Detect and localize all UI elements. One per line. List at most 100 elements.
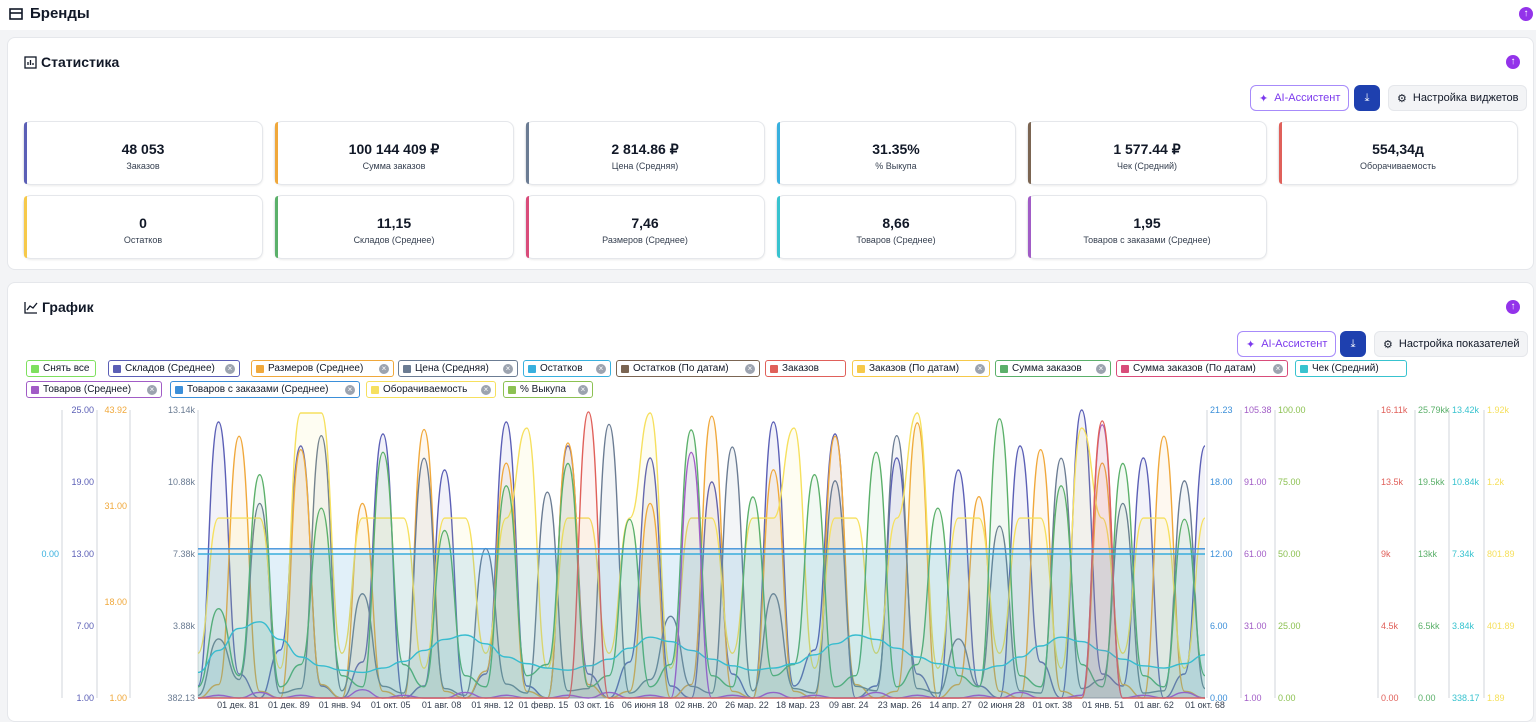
legend-label: Сумма заказов (1012, 363, 1082, 374)
remove-icon[interactable]: × (745, 363, 755, 374)
legend-chip[interactable]: Сумма заказов (По датам) × (1116, 360, 1288, 377)
ai-assistant-button[interactable]: ✦ AI-Ассистент (1237, 331, 1337, 357)
remove-icon[interactable]: × (379, 363, 389, 374)
collapse-up-icon[interactable]: ↑ (1519, 7, 1533, 21)
x-tick-label: 23 мар. 26 (878, 700, 922, 709)
remove-icon[interactable]: × (225, 363, 235, 374)
axis-tick-label: 0.00 (41, 549, 59, 559)
legend-chip[interactable]: Остатков × (523, 360, 611, 377)
x-tick-label: 06 июня 18 (622, 700, 669, 709)
axis-tick-label: 1.00 (1244, 693, 1262, 703)
remove-icon[interactable]: × (147, 384, 157, 395)
legend-chip[interactable]: Размеров (Среднее) × (251, 360, 394, 377)
axis-tick-label: 0.00 (1381, 693, 1399, 703)
axis-tick-label: 1.92k (1487, 405, 1510, 415)
legend-chip[interactable]: Сумма заказов × (995, 360, 1111, 377)
download-button[interactable]: ⤓ (1340, 331, 1366, 357)
axis-tick-label: 13.00 (71, 549, 94, 559)
remove-icon[interactable]: × (1096, 363, 1106, 374)
legend-chip[interactable]: Заказов (765, 360, 846, 377)
legend-label: Сумма заказов (По датам) (1133, 363, 1256, 374)
remove-icon[interactable]: × (345, 384, 355, 395)
legend-chip[interactable]: Цена (Средняя) × (398, 360, 518, 377)
legend-swatch (31, 364, 39, 373)
widget-settings-label: Настройка виджетов (1412, 92, 1519, 104)
legend-chip[interactable]: Заказов (По датам) × (852, 360, 990, 377)
stat-label: Товаров (Среднее) (856, 235, 936, 245)
x-tick-label: 02 июня 28 (978, 700, 1025, 709)
legend-chip[interactable]: Складов (Среднее) × (108, 360, 240, 377)
x-tick-label: 26 мар. 22 (725, 700, 769, 709)
legend-chip[interactable]: Оборачиваемость × (366, 381, 496, 398)
axis-tick-label: 50.00 (1278, 549, 1301, 559)
axis-tick-label: 13kk (1418, 549, 1438, 559)
ai-assistant-button[interactable]: ✦ AI-Ассистент (1250, 85, 1350, 111)
stat-value: 7,46 (631, 215, 659, 231)
axis-tick-label: 6.5kk (1418, 621, 1440, 631)
axis-tick-label: 75.00 (1278, 477, 1301, 487)
multi-axis-line-chart: 0.00 25.00 19.00 13.00 7.00 1.00 43.92 31.00 18.… (41, 405, 1515, 709)
axis-tick-label: 25.00 (1278, 621, 1301, 631)
legend-chip[interactable]: Чек (Средний) (1295, 360, 1407, 377)
legend-swatch (770, 364, 778, 373)
axis-tick-label: 7.00 (76, 621, 94, 631)
stat-card: 8,66 Товаров (Среднее) (776, 195, 1016, 259)
legend-label: Размеров (Среднее) (268, 363, 364, 374)
stat-value: 554,34д (1372, 141, 1424, 157)
legend-swatch (371, 385, 379, 394)
x-tick-label: 01 окт. 68 (1185, 700, 1225, 709)
legend-label: Остатков (По датам) (633, 363, 729, 374)
stat-label: Размеров (Среднее) (602, 235, 688, 245)
legend-chip[interactable]: Товаров с заказами (Среднее) × (170, 381, 360, 398)
axis-tick-label: 19.5kk (1418, 477, 1445, 487)
ai-assistant-label: AI-Ассистент (1261, 338, 1328, 350)
axis-tick-label: 338.17 (1452, 693, 1480, 703)
axis-tick-label: 25.79kk (1418, 405, 1450, 415)
axis-tick-label: 61.00 (1244, 549, 1267, 559)
legend-swatch (1121, 364, 1129, 373)
legend-swatch (621, 364, 629, 373)
remove-icon[interactable]: × (503, 363, 513, 374)
x-tick-label: 14 апр. 27 (929, 700, 971, 709)
stat-card: 554,34д Оборачиваемость (1278, 121, 1518, 185)
legend-label: Заказов (По датам) (869, 363, 960, 374)
axis-tick-label: 19.00 (71, 477, 94, 487)
axis-tick-label: 7.34k (1452, 549, 1475, 559)
axis-tick-label: 10.88k (168, 477, 196, 487)
widget-settings-button[interactable]: ⚙ Настройка виджетов (1388, 85, 1528, 111)
axis-tick-label: 13.42k (1452, 405, 1480, 415)
metrics-settings-button[interactable]: ⚙ Настройка показателей (1374, 331, 1529, 357)
remove-icon[interactable]: × (481, 384, 491, 395)
legend-chip[interactable]: Остатков (По датам) × (616, 360, 760, 377)
stat-label: Чек (Средний) (1116, 161, 1178, 171)
legend-chip[interactable]: % Выкупа × (503, 381, 593, 398)
legend-label: Остатков (540, 363, 583, 374)
legend-chip[interactable]: Товаров (Среднее) × (26, 381, 162, 398)
sparkle-icon: ✦ (1246, 338, 1256, 351)
stat-value: 1 577.44 ₽ (1113, 141, 1181, 157)
stat-value: 48 053 (121, 141, 165, 157)
legend-label: Товаров с заказами (Среднее) (187, 384, 329, 395)
axis-tick-label: 10.84k (1452, 477, 1480, 487)
remove-icon[interactable]: × (578, 384, 588, 395)
remove-icon[interactable]: × (1273, 363, 1283, 374)
statistics-card: Статистика ↑ ✦ AI-Ассистент ⤓ ⚙ Настройк… (7, 37, 1534, 270)
axis-tick-label: 801.89 (1487, 549, 1515, 559)
stat-value: 8,66 (882, 215, 910, 231)
stat-label: % Выкупа (875, 161, 917, 171)
axis-tick-label: 21.23 (1210, 405, 1233, 415)
collapse-up-icon[interactable]: ↑ (1506, 300, 1520, 314)
axis-tick-label: 91.00 (1244, 477, 1267, 487)
remove-icon[interactable]: × (596, 363, 606, 374)
axis-tick-label: 16.11k (1381, 405, 1408, 415)
collapse-up-icon[interactable]: ↑ (1506, 55, 1520, 69)
stat-card: 100 144 409 ₽ Сумма заказов (274, 121, 514, 185)
stat-value: 0 (139, 215, 147, 231)
remove-icon[interactable]: × (975, 363, 985, 374)
axis-tick-label: 31.00 (1244, 621, 1267, 631)
stat-label: Остатков (123, 235, 163, 245)
download-button[interactable]: ⤓ (1354, 85, 1380, 111)
axis-tick-label: 43.92 (104, 405, 127, 415)
gear-icon: ⚙ (1397, 92, 1407, 105)
legend-chip[interactable]: Снять все (26, 360, 96, 377)
